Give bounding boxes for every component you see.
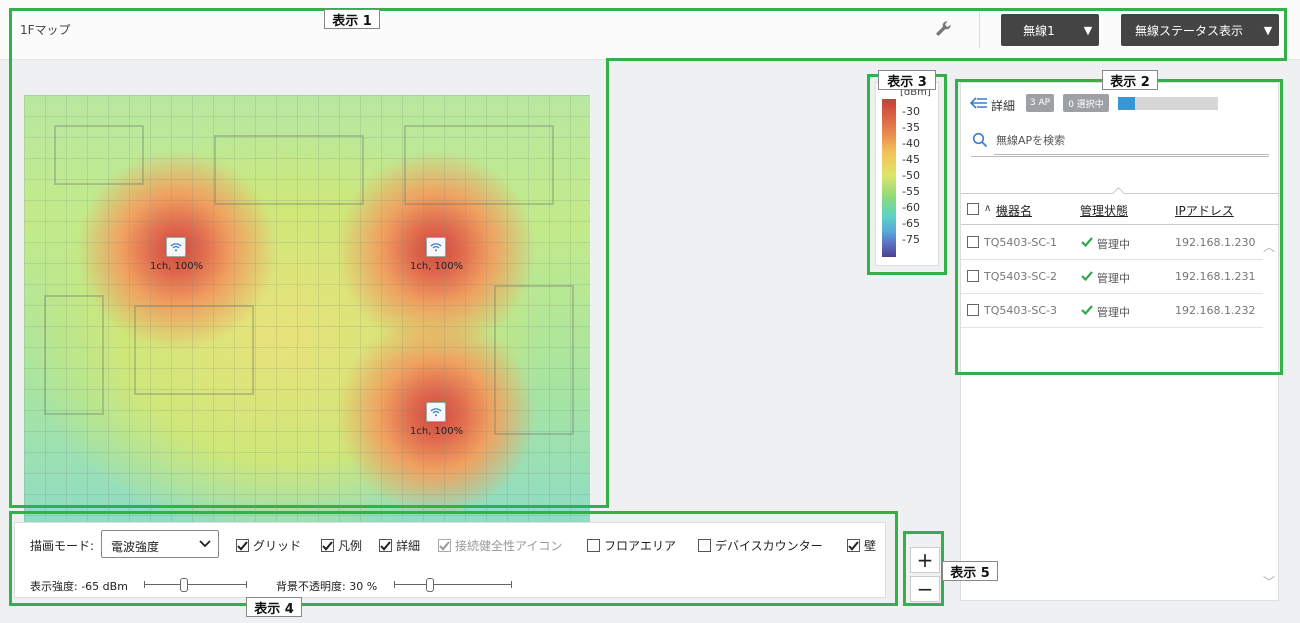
access-point-marker[interactable] bbox=[166, 237, 186, 257]
wall bbox=[54, 125, 144, 185]
callout-tag-4: 表示 4 bbox=[246, 597, 302, 617]
wall bbox=[214, 135, 364, 205]
wall bbox=[494, 285, 574, 435]
scroll-down-icon[interactable]: ﹀ bbox=[1263, 573, 1275, 590]
wall bbox=[44, 295, 104, 415]
callout-tag-2: 表示 2 bbox=[1102, 70, 1158, 90]
access-point-marker[interactable] bbox=[426, 402, 446, 422]
wifi-icon bbox=[430, 243, 442, 252]
callout-box-4 bbox=[9, 511, 898, 606]
callout-box-3 bbox=[867, 74, 947, 275]
wall bbox=[134, 305, 254, 395]
ap-label: 1ch, 100% bbox=[410, 426, 464, 437]
floor-heatmap[interactable]: 1ch, 100% 1ch, 100% 1ch, 100% bbox=[24, 95, 590, 523]
ap-label: 1ch, 100% bbox=[150, 261, 204, 272]
callout-box-1 bbox=[606, 58, 1287, 61]
callout-tag-1: 表示 1 bbox=[324, 9, 380, 29]
wifi-icon bbox=[170, 243, 182, 252]
wall bbox=[404, 125, 554, 205]
callout-tag-3: 表示 3 bbox=[878, 70, 936, 90]
callout-box-1 bbox=[9, 505, 609, 508]
callout-box-5 bbox=[903, 531, 944, 606]
callout-box-1 bbox=[606, 58, 609, 508]
access-point-marker[interactable] bbox=[426, 237, 446, 257]
callout-box-1 bbox=[9, 8, 1287, 60]
callout-box-1 bbox=[1284, 8, 1287, 61]
callout-box-2 bbox=[955, 79, 1283, 375]
callout-box-1 bbox=[9, 58, 12, 508]
ap-label: 1ch, 100% bbox=[410, 261, 464, 272]
callout-tag-5: 表示 5 bbox=[942, 561, 998, 581]
wifi-icon bbox=[430, 408, 442, 417]
